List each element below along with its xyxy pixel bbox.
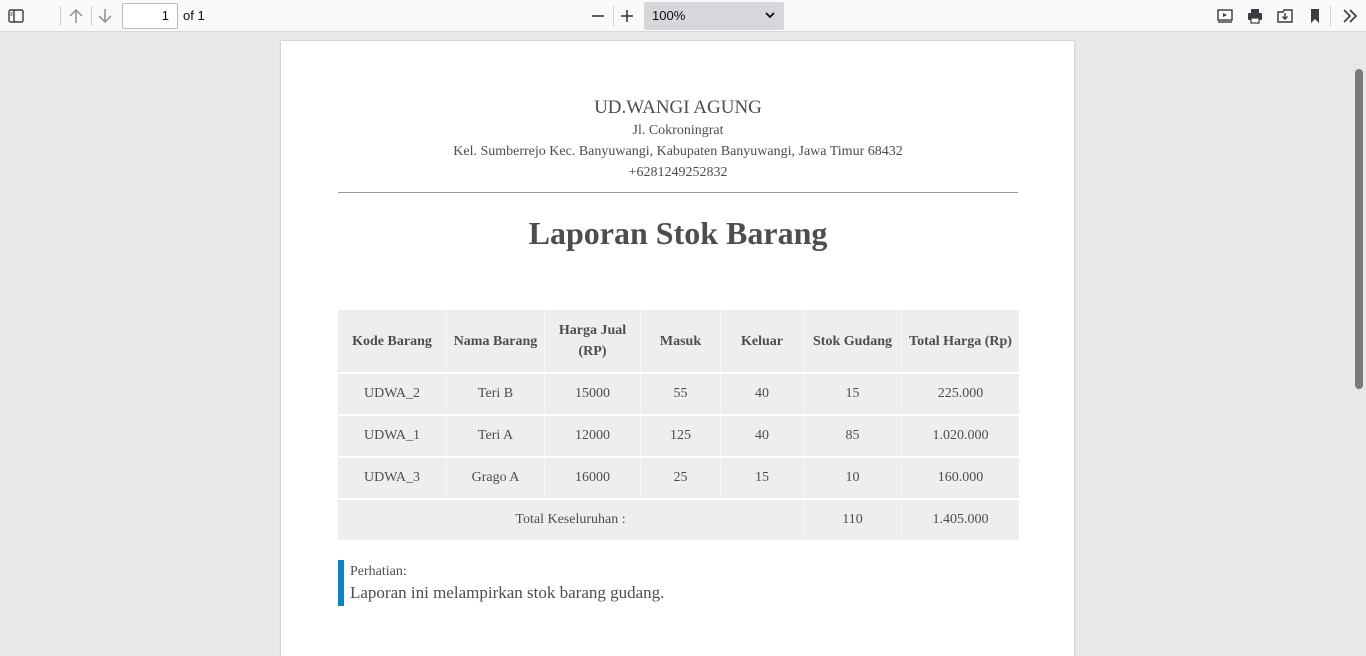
summary-label: Total Keseluruhan : — [338, 500, 804, 542]
cell-harga: 16000 — [545, 458, 641, 500]
cell-kode: UDWA_1 — [338, 416, 447, 458]
report-title: Laporan Stok Barang — [528, 215, 828, 251]
cell-total: 1.020.000 — [902, 416, 1019, 458]
pdf-toolbar: 1 of 1 100% — [0, 0, 1366, 32]
cell-total: 160.000 — [902, 458, 1019, 500]
col-header-harga: Harga Jual (RP) — [545, 310, 641, 374]
zoom-value: 100% — [652, 8, 686, 23]
save-icon[interactable] — [1272, 3, 1298, 29]
cell-harga: 15000 — [545, 374, 641, 416]
table-summary-row: Total Keseluruhan : 110 1.405.000 — [338, 500, 1019, 542]
address-line-2: Kel. Sumberrejo Kec. Banyuwangi, Kabupat… — [453, 144, 903, 159]
cell-nama: Grago A — [447, 458, 545, 500]
cell-masuk: 125 — [641, 416, 721, 458]
col-header-kode: Kode Barang — [338, 310, 447, 374]
cell-total: 225.000 — [902, 374, 1019, 416]
phone-number: +6281249252832 — [628, 165, 728, 180]
summary-stok: 110 — [804, 500, 902, 542]
stock-table: Kode Barang Nama Barang Harga Jual (RP) … — [338, 310, 1019, 542]
col-header-keluar: Keluar — [721, 310, 804, 374]
col-header-masuk: Masuk — [641, 310, 721, 374]
table-row: UDWA_2 Teri B 15000 55 40 15 225.000 — [338, 374, 1019, 416]
note-label: Perhatian: — [350, 564, 407, 579]
cell-keluar: 15 — [721, 458, 804, 500]
note-text: Laporan ini melampirkan stok barang guda… — [350, 583, 665, 602]
bookmark-icon[interactable] — [1302, 3, 1328, 29]
pdf-viewer[interactable]: UD.WANGI AGUNG Jl. Cokroningrat Kel. Sum… — [0, 33, 1366, 656]
arrow-down-icon[interactable] — [92, 3, 118, 29]
cell-masuk: 25 — [641, 458, 721, 500]
pdf-page: UD.WANGI AGUNG Jl. Cokroningrat Kel. Sum… — [281, 41, 1074, 656]
sidebar-toggle-icon[interactable] — [3, 3, 29, 29]
table-header-row: Kode Barang Nama Barang Harga Jual (RP) … — [338, 310, 1019, 374]
address-line-1: Jl. Cokroningrat — [632, 123, 724, 138]
cell-stok: 85 — [804, 416, 902, 458]
page-total-label: of 1 — [183, 8, 205, 23]
cell-stok: 15 — [804, 374, 902, 416]
presentation-icon[interactable] — [1212, 3, 1238, 29]
print-icon[interactable] — [1242, 3, 1268, 29]
minus-icon[interactable] — [585, 3, 611, 29]
letterhead: UD.WANGI AGUNG Jl. Cokroningrat Kel. Sum… — [338, 96, 1018, 183]
cell-kode: UDWA_3 — [338, 458, 447, 500]
cell-masuk: 55 — [641, 374, 721, 416]
toolbar-divider — [1330, 6, 1331, 26]
cell-keluar: 40 — [721, 374, 804, 416]
double-chevron-right-icon[interactable] — [1337, 3, 1363, 29]
plus-icon[interactable] — [614, 3, 640, 29]
note-callout: Perhatian: Laporan ini melampirkan stok … — [338, 560, 664, 606]
cell-stok: 10 — [804, 458, 902, 500]
cell-nama: Teri A — [447, 416, 545, 458]
table-row: UDWA_1 Teri A 12000 125 40 85 1.020.000 — [338, 416, 1019, 458]
page-number-input[interactable]: 1 — [122, 3, 178, 29]
summary-total: 1.405.000 — [902, 500, 1019, 542]
col-header-nama: Nama Barang — [447, 310, 545, 374]
toolbar-divider — [60, 6, 61, 26]
company-name: UD.WANGI AGUNG — [594, 97, 762, 118]
cell-keluar: 40 — [721, 416, 804, 458]
chevron-down-icon — [765, 12, 775, 19]
vertical-scrollbar[interactable] — [1355, 69, 1363, 389]
table-row: UDWA_3 Grago A 16000 25 15 10 160.000 — [338, 458, 1019, 500]
arrow-up-icon[interactable] — [63, 3, 89, 29]
zoom-select[interactable]: 100% — [644, 2, 784, 30]
col-header-stok: Stok Gudang — [804, 310, 902, 374]
cell-harga: 12000 — [545, 416, 641, 458]
cell-nama: Teri B — [447, 374, 545, 416]
cell-kode: UDWA_2 — [338, 374, 447, 416]
header-divider — [338, 192, 1018, 193]
col-header-total: Total Harga (Rp) — [902, 310, 1019, 374]
